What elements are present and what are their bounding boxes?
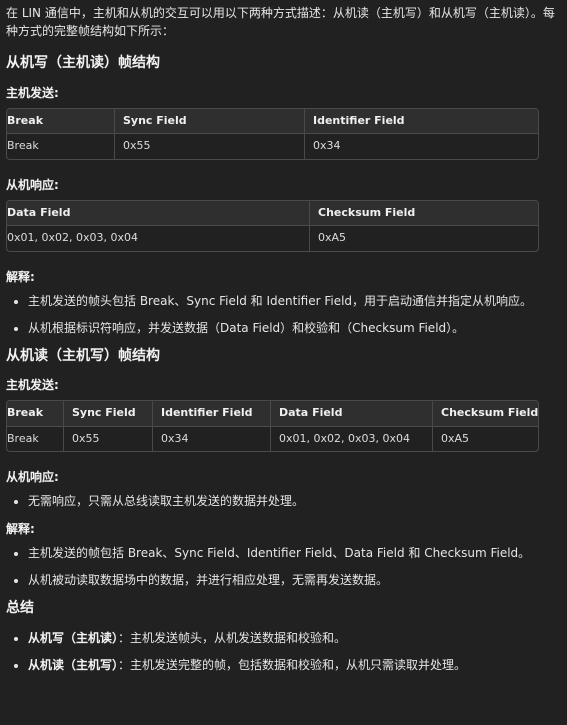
table-header-row: Break Sync Field Identifier Field Data F… xyxy=(7,401,538,427)
summary-list: 从机写（主机读）：主机发送帧头，从机发送数据和校验和。 从机读（主机写）：主机发… xyxy=(6,629,563,674)
table-header-cell: Break xyxy=(7,108,115,135)
summary-text: ：主机发送帧头，从机发送数据和校验和。 xyxy=(118,630,347,645)
table-cell: 0x01, 0x02, 0x03, 0x04 xyxy=(271,426,433,452)
slave-response-label: 从机响应: xyxy=(6,177,59,192)
section-title-slave-read: 从机读（主机写）帧结构 xyxy=(6,347,160,364)
master-send-label: 主机发送: xyxy=(6,85,59,100)
table-cell: 0xA5 xyxy=(318,231,347,245)
list-item: 主机发送的帧包括 Break、Sync Field、Identifier Fie… xyxy=(28,544,563,562)
summary-term: 从机写（主机读） xyxy=(28,630,119,645)
table-header-cell: Identifier Field xyxy=(153,401,271,427)
list-item: 从机根据标识符响应，并发送数据（Data Field）和校验和（Checksum… xyxy=(28,319,563,337)
table-header-row: Break Sync Field Identifier Field xyxy=(7,108,538,135)
list-item: 从机读（主机写）：主机发送完整的帧，包括数据和校验和，从机只需读取并处理。 xyxy=(28,656,563,674)
table-header-cell: Checksum Field xyxy=(310,200,538,227)
explain-label: 解释: xyxy=(6,269,35,284)
table-row: Break 0x55 0x34 0x01, 0x02, 0x03, 0x04 0… xyxy=(7,426,538,452)
table-header-cell: Identifier Field xyxy=(305,108,538,135)
table-header-cell: Data Field xyxy=(7,200,310,227)
table-cell: 0x55 xyxy=(115,134,305,159)
table-cell: 0x55 xyxy=(64,426,153,452)
list-item: 主机发送的帧头包括 Break、Sync Field 和 Identifier … xyxy=(28,292,563,310)
table-header-cell: Sync Field xyxy=(64,401,153,427)
list-item: 从机写（主机读）：主机发送帧头，从机发送数据和校验和。 xyxy=(28,629,563,647)
slave-response-table: Data Field Checksum Field 0x01, 0x02, 0x… xyxy=(6,199,539,252)
list-item: 从机被动读取数据场中的数据，并进行相应处理，无需再发送数据。 xyxy=(28,571,563,589)
summary-text: ：主机发送完整的帧，包括数据和校验和，从机只需读取并处理。 xyxy=(118,657,467,672)
table-header-cell: Break xyxy=(7,401,64,427)
table-header-cell: Data Field xyxy=(271,401,433,427)
table-cell: 0x34 xyxy=(313,139,341,153)
explain-label: 解释: xyxy=(6,522,35,537)
intro-paragraph: 在 LIN 通信中，主机和从机的交互可以用以下两种方式描述：从机读（主机写）和从… xyxy=(6,6,555,38)
table-row: 0x01, 0x02, 0x03, 0x04 0xA5 xyxy=(7,226,538,251)
slave-response-list: 无需响应，只需从总线读取主机发送的数据并处理。 xyxy=(6,492,563,510)
table-cell: 0xA5 xyxy=(441,431,470,445)
table-row: Break 0x55 0x34 xyxy=(7,134,538,159)
explain-list: 主机发送的帧包括 Break、Sync Field、Identifier Fie… xyxy=(6,544,563,589)
summary-title: 总结 xyxy=(6,600,34,617)
table-cell: 0x34 xyxy=(153,426,271,452)
list-item: 无需响应，只需从总线读取主机发送的数据并处理。 xyxy=(28,492,563,510)
master-send-full-table: Break Sync Field Identifier Field Data F… xyxy=(6,400,539,453)
summary-term: 从机读（主机写） xyxy=(28,657,119,672)
explain-list: 主机发送的帧头包括 Break、Sync Field 和 Identifier … xyxy=(6,292,563,337)
table-header-cell: Checksum Field xyxy=(433,401,538,427)
table-header-cell: Sync Field xyxy=(115,108,305,135)
section-title-slave-write: 从机写（主机读）帧结构 xyxy=(6,55,160,71)
chat-response: 在 LIN 通信中，主机和从机的交互可以用以下两种方式描述：从机读（主机写）和从… xyxy=(0,0,567,674)
slave-response-label: 从机响应: xyxy=(6,470,59,485)
table-cell: Break xyxy=(7,426,64,452)
master-send-label: 主机发送: xyxy=(6,378,59,393)
table-header-row: Data Field Checksum Field xyxy=(7,200,538,227)
table-cell: 0x01, 0x02, 0x03, 0x04 xyxy=(7,226,310,251)
table-cell: Break xyxy=(7,134,115,159)
master-send-table: Break Sync Field Identifier Field Break … xyxy=(6,107,539,160)
